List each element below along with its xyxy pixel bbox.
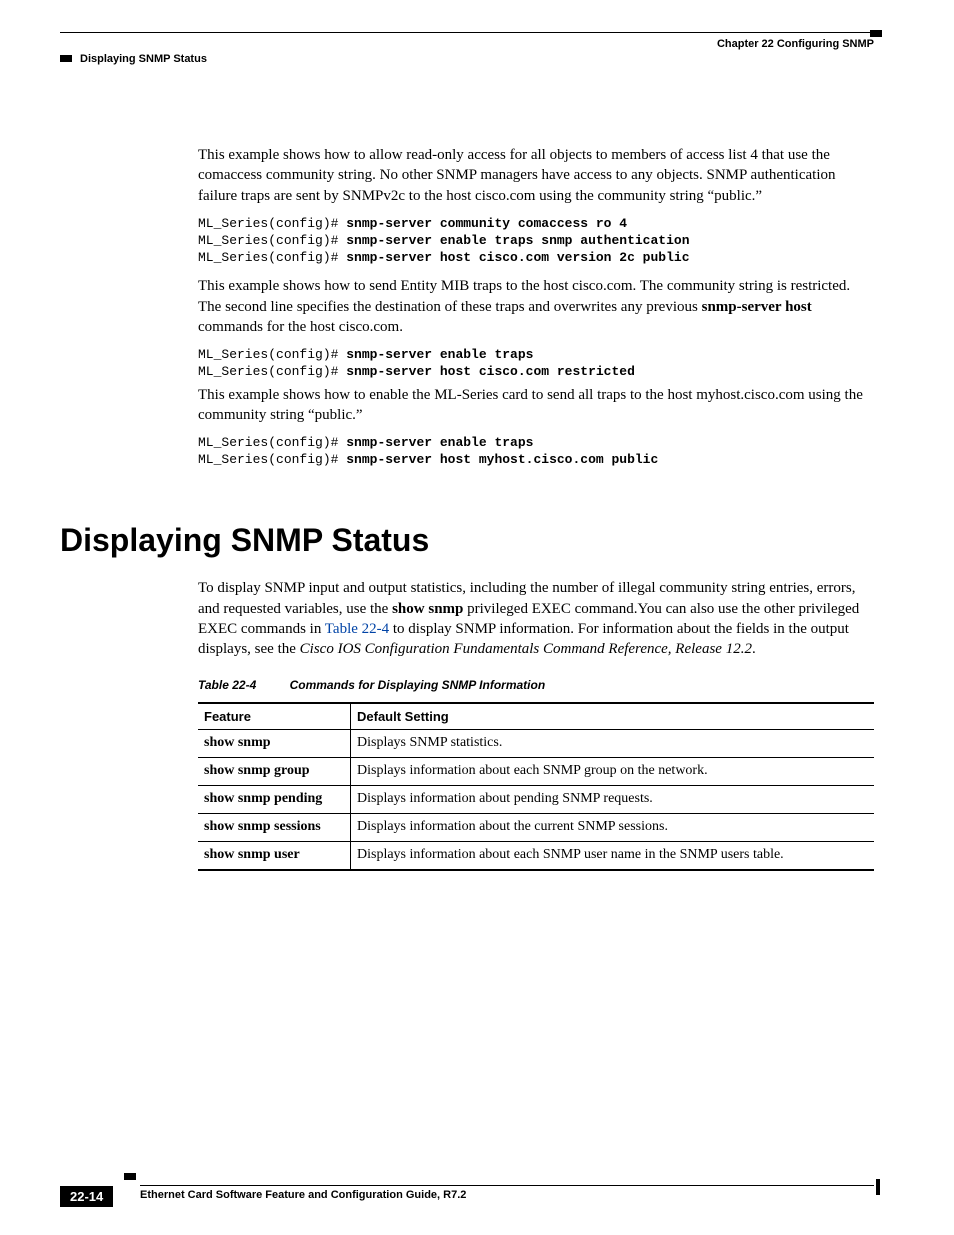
text: commands for the host cisco.com. — [198, 319, 403, 335]
desc-cell: Displays information about each SNMP gro… — [351, 758, 875, 786]
right-edge-marker — [876, 1179, 880, 1195]
table-header-feature: Feature — [198, 703, 351, 730]
desc-cell: Displays SNMP statistics. — [351, 730, 875, 758]
prompt: ML_Series(config)# — [198, 233, 346, 248]
cross-reference[interactable]: Table 22-4 — [325, 621, 389, 637]
table-header-row: Feature Default Setting — [198, 703, 874, 730]
desc-cell: Displays information about pending SNMP … — [351, 785, 875, 813]
prompt: ML_Series(config)# — [198, 250, 346, 265]
prompt: ML_Series(config)# — [198, 435, 346, 450]
desc-cell: Displays information about each SNMP use… — [351, 841, 875, 869]
page-number: 22-14 — [60, 1186, 113, 1207]
paragraph-1: This example shows how to allow read-onl… — [198, 145, 874, 206]
italic-text: Cisco IOS Configuration Fundamentals Com… — [300, 641, 752, 657]
paragraph-2: This example shows how to send Entity MI… — [198, 276, 874, 337]
bold-text: show snmp — [392, 601, 463, 617]
content-area: This example shows how to allow read-onl… — [198, 145, 874, 871]
header-marker-right — [870, 30, 882, 37]
commands-table: Feature Default Setting show snmp Displa… — [198, 702, 874, 871]
feature-cell: show snmp group — [198, 758, 351, 786]
paragraph-3: This example shows how to enable the ML-… — [198, 385, 874, 426]
command: snmp-server enable traps — [346, 435, 533, 450]
paragraph-4: To display SNMP input and output statist… — [198, 578, 874, 659]
table-row: show snmp pending Displays information a… — [198, 785, 874, 813]
code-block-3: ML_Series(config)# snmp-server enable tr… — [198, 435, 874, 469]
table-row: show snmp Displays SNMP statistics. — [198, 730, 874, 758]
bold-text: snmp-server host — [702, 299, 812, 315]
text: . — [752, 641, 756, 657]
prompt: ML_Series(config)# — [198, 364, 346, 379]
feature-cell: show snmp user — [198, 841, 351, 869]
feature-cell: show snmp sessions — [198, 813, 351, 841]
command: snmp-server host myhost.cisco.com public — [346, 452, 658, 467]
command: snmp-server enable traps — [346, 347, 533, 362]
code-block-2: ML_Series(config)# snmp-server enable tr… — [198, 347, 874, 381]
table-header-default: Default Setting — [351, 703, 875, 730]
footer-title: Ethernet Card Software Feature and Confi… — [140, 1189, 874, 1201]
footer: Ethernet Card Software Feature and Confi… — [60, 1185, 874, 1201]
command: snmp-server community comaccess ro 4 — [346, 216, 627, 231]
desc-cell: Displays information about the current S… — [351, 813, 875, 841]
table-label: Table 22-4 — [198, 678, 256, 692]
page: Chapter 22 Configuring SNMP Displaying S… — [0, 0, 954, 1235]
prompt: ML_Series(config)# — [198, 347, 346, 362]
footer-rule — [140, 1185, 874, 1186]
code-block-1: ML_Series(config)# snmp-server community… — [198, 216, 874, 267]
chapter-label: Chapter 22 Configuring SNMP — [60, 38, 874, 50]
table-row: show snmp group Displays information abo… — [198, 758, 874, 786]
prompt: ML_Series(config)# — [198, 216, 346, 231]
table-title: Commands for Displaying SNMP Information — [290, 678, 546, 692]
command: snmp-server host cisco.com restricted — [346, 364, 635, 379]
section-heading: Displaying SNMP Status — [60, 519, 874, 562]
header-rule — [60, 32, 874, 33]
header-marker-left — [60, 55, 72, 62]
command: snmp-server enable traps snmp authentica… — [346, 233, 689, 248]
section-label: Displaying SNMP Status — [80, 53, 207, 65]
table-caption: Table 22-4 Commands for Displaying SNMP … — [198, 677, 874, 693]
feature-cell: show snmp pending — [198, 785, 351, 813]
feature-cell: show snmp — [198, 730, 351, 758]
prompt: ML_Series(config)# — [198, 452, 346, 467]
command: snmp-server host cisco.com version 2c pu… — [346, 250, 689, 265]
footer-marker — [124, 1173, 136, 1180]
table-row: show snmp user Displays information abou… — [198, 841, 874, 869]
table-row: show snmp sessions Displays information … — [198, 813, 874, 841]
